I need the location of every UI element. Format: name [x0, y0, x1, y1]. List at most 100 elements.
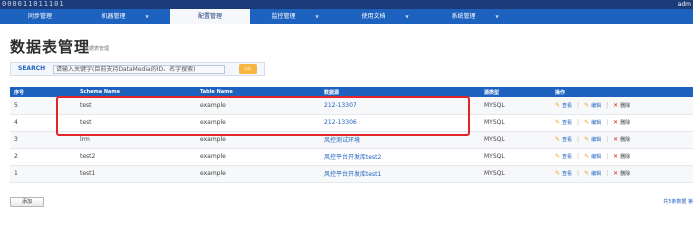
delete-button[interactable]: ✕ 删除	[613, 170, 631, 177]
cell-schema: test	[76, 114, 196, 132]
nav-label: 配置管理	[197, 13, 222, 20]
nav-sync[interactable]: 同步管理	[0, 9, 80, 24]
nav-docs[interactable]: 使用文档 ▼	[340, 9, 430, 24]
edit-label: 编辑	[591, 154, 602, 160]
col-header-schema: Schema Name	[76, 87, 196, 97]
cell-type: MYSQL	[480, 131, 551, 149]
separator: |	[577, 136, 580, 143]
pencil-icon: ✎	[555, 101, 561, 109]
nav-system[interactable]: 系统管理 ▼	[430, 9, 520, 24]
nav-label: 系统管理	[451, 13, 476, 20]
pagination[interactable]: 共5条数据 第	[663, 198, 693, 205]
delete-icon: ✕	[613, 119, 619, 126]
edit-button[interactable]: ✎ 编辑	[584, 101, 602, 109]
cell-id: 2	[10, 148, 76, 166]
table-row: 1 test1 example 风控平台开发库test1 MYSQL ✎ 查看 | ✎…	[10, 165, 693, 183]
delete-icon: ✕	[613, 153, 619, 160]
edit-button[interactable]: ✎ 编辑	[584, 136, 602, 143]
view-button[interactable]: ✎ 查看	[555, 119, 572, 126]
search-label: SEARCH	[18, 65, 46, 72]
table-row: 5 test example 212-13307 MYSQL ✎ 查看 | ✎ 编辑 | ✕…	[10, 97, 693, 115]
edit-button[interactable]: ✎ 编辑	[584, 153, 602, 160]
pencil-icon: ✎	[584, 136, 590, 143]
nav-label: 监控管理	[271, 13, 296, 20]
delete-icon: ✕	[613, 170, 619, 177]
top-bar: 000011011101 adm	[0, 0, 693, 9]
view-label: 查看	[562, 154, 573, 160]
arrow-right-icon: ⇨	[244, 64, 252, 73]
separator: |	[606, 119, 609, 126]
nav-monitor[interactable]: 监控管理 ▼	[250, 9, 340, 24]
source-link[interactable]: 风控平台开发库test2	[324, 154, 381, 161]
search-input[interactable]	[53, 65, 225, 74]
view-button[interactable]: ✎ 查看	[555, 136, 573, 143]
pencil-icon: ✎	[584, 101, 590, 109]
edit-label: 编辑	[591, 120, 602, 126]
nav-label: 使用文档	[361, 13, 386, 20]
pencil-icon: ✎	[555, 153, 561, 160]
edit-button[interactable]: ✎ 编辑	[584, 119, 602, 126]
cell-schema: test2	[76, 148, 196, 166]
separator: |	[577, 170, 580, 177]
cell-type: MYSQL	[480, 165, 551, 183]
delete-button[interactable]: ✕ 删除	[613, 102, 631, 109]
user-name[interactable]: adm	[678, 0, 691, 9]
main-nav: 同步管理 机器管理 ▼ 配置管理 监控管理 ▼ 使用文档 ▼ 系统管理 ▼	[0, 9, 693, 24]
pencil-icon: ✎	[584, 153, 590, 160]
cell-id: 5	[10, 97, 76, 115]
source-link[interactable]: 212-13307	[324, 102, 357, 109]
cell-table: example	[196, 165, 320, 183]
cell-type: MYSQL	[480, 148, 551, 166]
cell-table: example	[196, 114, 320, 132]
delete-label: 删除	[620, 171, 631, 177]
pencil-icon: ✎	[555, 136, 561, 143]
delete-label: 删除	[620, 102, 631, 109]
view-button[interactable]: ✎ 查看	[555, 101, 573, 109]
cell-id: 1	[10, 165, 76, 183]
source-link[interactable]: 风控平台开发库test1	[324, 171, 381, 178]
separator: |	[606, 170, 609, 177]
separator: |	[606, 136, 609, 143]
col-header-source: 数据源	[320, 87, 480, 97]
delete-button[interactable]: ✕ 删除	[613, 153, 630, 160]
col-header-table: Table Name	[196, 87, 320, 97]
cell-id: 4	[10, 114, 76, 132]
edit-button[interactable]: ✎ 编辑	[584, 170, 602, 177]
nav-machine[interactable]: 机器管理 ▼	[80, 9, 170, 24]
view-label: 查看	[562, 171, 573, 177]
add-button[interactable]: 添加	[10, 197, 44, 207]
delete-label: 删除	[620, 120, 631, 126]
source-link[interactable]: 212-13306	[324, 119, 357, 126]
search-bar: SEARCH ⇨	[10, 62, 265, 76]
cell-schema: test	[76, 97, 196, 115]
view-label: 查看	[562, 137, 573, 143]
pencil-icon: ✎	[584, 170, 590, 177]
search-button[interactable]: ⇨	[239, 64, 257, 74]
cell-table: example	[196, 131, 320, 149]
col-header-type: 源类型	[480, 87, 551, 97]
separator: |	[577, 101, 580, 109]
delete-label: 删除	[620, 137, 631, 143]
edit-label: 编辑	[591, 137, 602, 143]
view-label: 查看	[562, 102, 573, 109]
pencil-icon: ✎	[555, 170, 561, 177]
cell-schema: test1	[76, 165, 196, 183]
separator: |	[606, 153, 609, 160]
table-header-row: 序号 Schema Name Table Name 数据源 源类型 操作	[10, 87, 693, 97]
separator: |	[577, 153, 580, 160]
separator: |	[606, 101, 609, 109]
cell-type: MYSQL	[480, 97, 551, 115]
source-link[interactable]: 风控测试环境	[324, 137, 360, 144]
view-button[interactable]: ✎ 查看	[555, 153, 573, 160]
edit-label: 编辑	[591, 102, 602, 109]
edit-label: 编辑	[591, 171, 602, 177]
col-header-ops: 操作	[551, 87, 693, 97]
cell-type: MYSQL	[480, 114, 551, 132]
delete-button[interactable]: ✕ 删除	[613, 119, 631, 126]
data-table: 序号 Schema Name Table Name 数据源 源类型 操作 5 t…	[10, 87, 693, 183]
page-title: 数据表管理	[10, 38, 91, 56]
delete-button[interactable]: ✕ 删除	[613, 136, 631, 143]
nav-config[interactable]: 配置管理	[170, 9, 250, 24]
logo: 000011011101	[2, 0, 65, 8]
view-button[interactable]: ✎ 查看	[555, 170, 573, 177]
